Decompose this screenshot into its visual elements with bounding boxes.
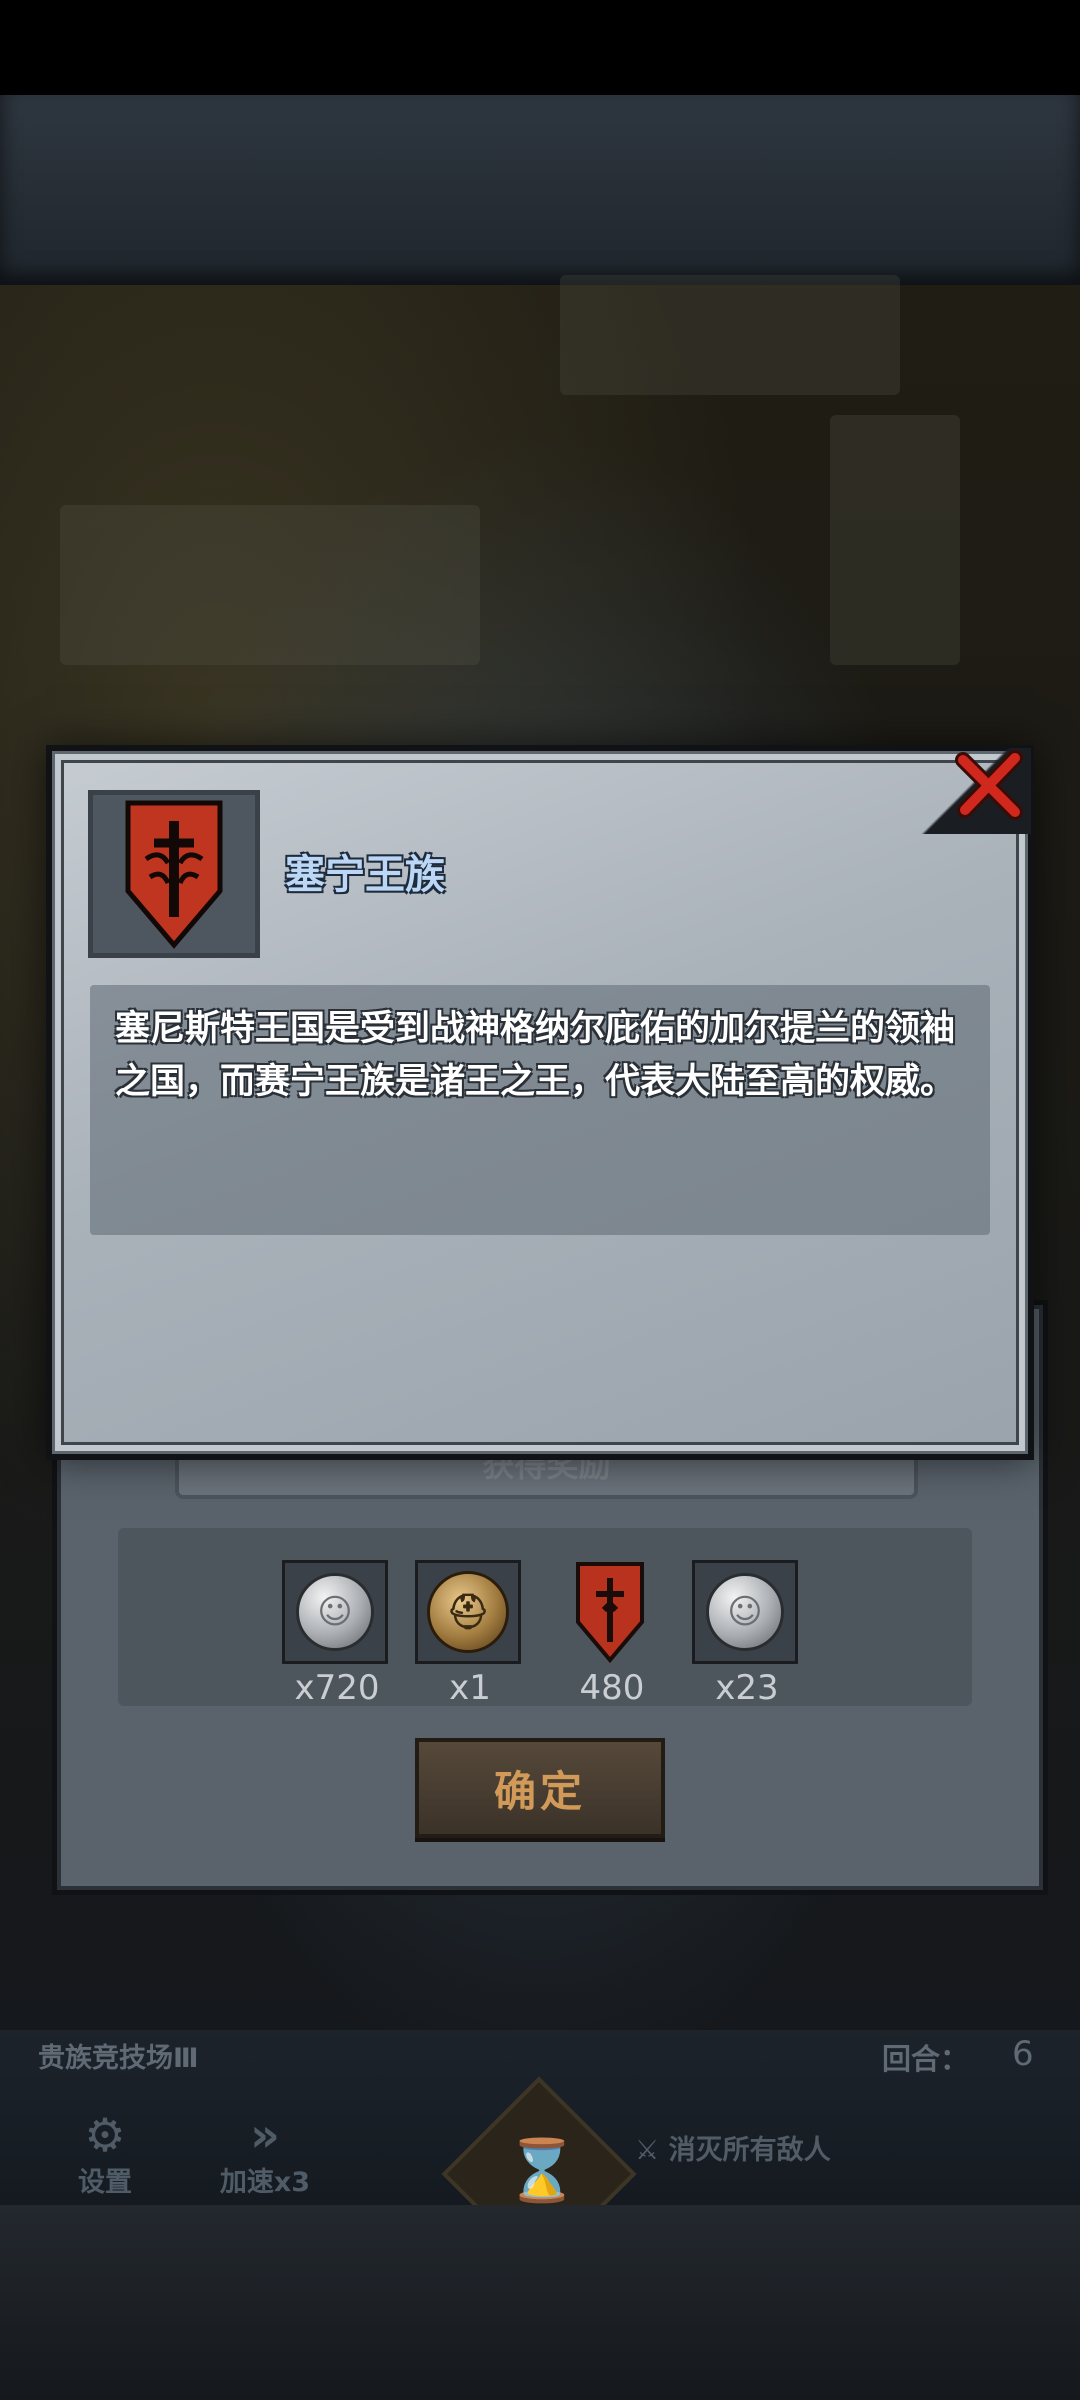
- gear-icon: ⚙: [84, 2108, 126, 2162]
- fast-forward-icon: »: [250, 2108, 280, 2162]
- emblem-frame: [88, 790, 260, 958]
- reward-item[interactable]: ⛑ x1: [415, 1560, 525, 1708]
- reward-count: x1: [449, 1668, 491, 1708]
- objective-text: ⚔ 消灭所有敌人: [635, 2128, 831, 2167]
- round-counter: 6: [1012, 2034, 1034, 2074]
- ruins-decoration: [60, 505, 480, 665]
- top-banner: [0, 95, 1080, 285]
- confirm-label: 确定: [493, 1766, 586, 1816]
- rocks-decoration: [560, 275, 900, 395]
- silver-coin-icon: ☺: [706, 1573, 784, 1651]
- reward-count: x720: [294, 1668, 380, 1708]
- dialog-title: 塞宁王族: [285, 852, 445, 898]
- close-button[interactable]: [950, 745, 1030, 825]
- reward-slot: ⛑: [415, 1560, 521, 1664]
- reward-item[interactable]: ☺ x23: [692, 1560, 802, 1708]
- floor-background: [0, 2205, 1080, 2400]
- reward-count: 480: [579, 1668, 645, 1708]
- round-label: 回合：: [882, 2042, 970, 2076]
- silver-coin-icon: ☺: [296, 1573, 374, 1651]
- close-icon: [955, 750, 1023, 820]
- objective-label: 消灭所有敌人: [668, 2135, 831, 2166]
- settings-label: 设置: [78, 2167, 132, 2198]
- status-bar: [0, 0, 1080, 95]
- description-text: 塞尼斯特王国是受到战神格纳尔庇佑的加尔提兰的领袖之国，而赛宁王族是诸王之王，代表…: [115, 1009, 956, 1102]
- shield-emblem-icon: [576, 1562, 644, 1664]
- sword-shield-emblem-icon: [125, 800, 223, 949]
- crossed-swords-icon: ⚔: [635, 2135, 669, 2166]
- reward-list: [118, 1528, 972, 1706]
- stage-name: 贵族竞技场Ⅲ: [38, 2043, 199, 2074]
- reward-item[interactable]: ☺ x720: [282, 1560, 392, 1708]
- reward-item[interactable]: 480: [557, 1560, 667, 1708]
- confirm-button[interactable]: 确定: [415, 1738, 665, 1838]
- reward-slot: ☺: [692, 1560, 798, 1664]
- reward-slot: ☺: [282, 1560, 388, 1664]
- helmet-medal-icon: ⛑: [427, 1571, 509, 1653]
- speed-button[interactable]: » 加速x3: [205, 2110, 325, 2199]
- speed-label: 加速x3: [219, 2167, 311, 2198]
- reward-count: x23: [715, 1668, 779, 1708]
- weapon-rack-decoration: [830, 415, 960, 665]
- settings-button[interactable]: ⚙ 设置: [60, 2110, 150, 2199]
- reward-slot: [557, 1560, 663, 1664]
